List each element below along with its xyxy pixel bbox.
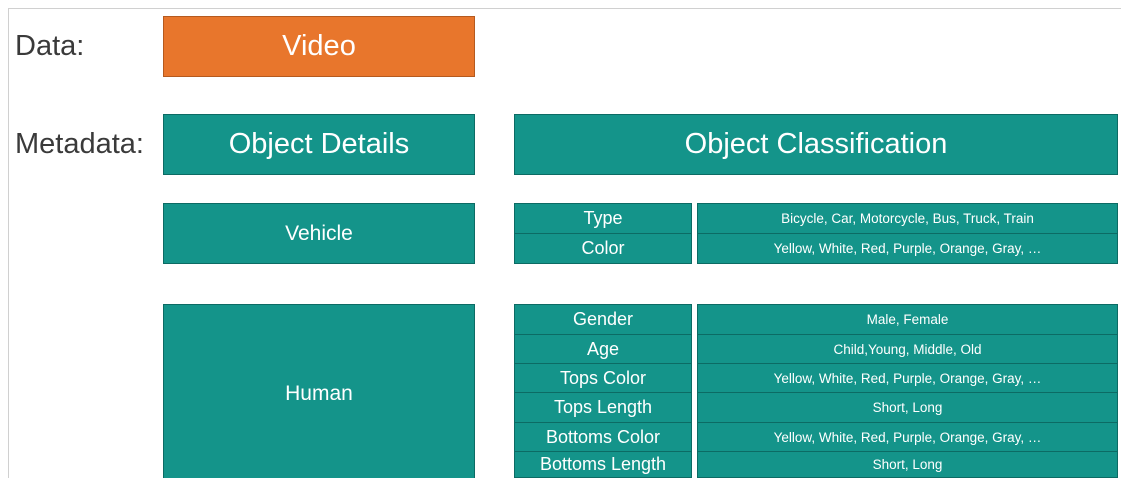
diagram: Data: Metadata: Video Object Details Obj… bbox=[0, 0, 1121, 478]
human-values-bottoms-color: Yellow, White, Red, Purple, Orange, Gray… bbox=[697, 422, 1118, 452]
vehicle-attr-type: Type bbox=[514, 203, 692, 234]
human-attr-gender: Gender bbox=[514, 304, 692, 335]
human-box: Human bbox=[163, 304, 475, 478]
object-classification-header: Object Classification bbox=[514, 114, 1118, 175]
human-values-age: Child,Young, Middle, Old bbox=[697, 334, 1118, 364]
vehicle-box: Vehicle bbox=[163, 203, 475, 264]
human-attr-tops-length: Tops Length bbox=[514, 392, 692, 423]
human-values-gender: Male, Female bbox=[697, 304, 1118, 335]
human-values-bottoms-length: Short, Long bbox=[697, 451, 1118, 478]
human-attr-tops-color: Tops Color bbox=[514, 363, 692, 393]
video-box: Video bbox=[163, 16, 475, 77]
data-label: Data: bbox=[15, 30, 85, 62]
vehicle-values-color: Yellow, White, Red, Purple, Orange, Gray… bbox=[697, 233, 1118, 264]
metadata-label: Metadata: bbox=[15, 128, 144, 160]
human-values-tops-color: Yellow, White, Red, Purple, Orange, Gray… bbox=[697, 363, 1118, 393]
vehicle-attr-color: Color bbox=[514, 233, 692, 264]
vehicle-values-type: Bicycle, Car, Motorcycle, Bus, Truck, Tr… bbox=[697, 203, 1118, 234]
object-details-header: Object Details bbox=[163, 114, 475, 175]
human-attr-age: Age bbox=[514, 334, 692, 364]
human-values-tops-length: Short, Long bbox=[697, 392, 1118, 423]
human-attr-bottoms-length: Bottoms Length bbox=[514, 451, 692, 478]
human-attr-bottoms-color: Bottoms Color bbox=[514, 422, 692, 452]
